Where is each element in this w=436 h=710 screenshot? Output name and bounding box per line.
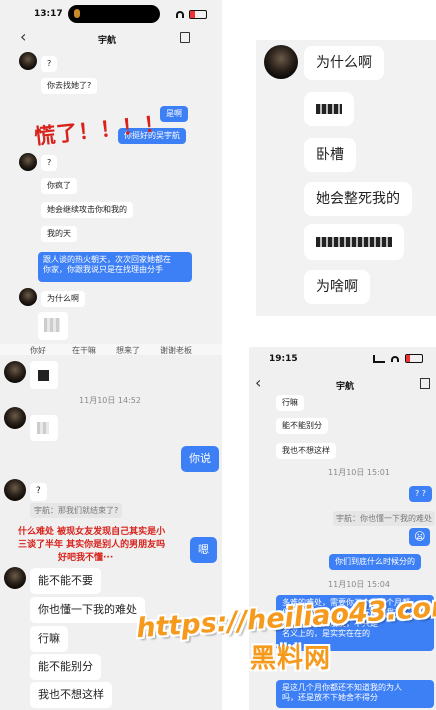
status-time: 13:17 [34,9,63,19]
avatar [4,361,26,383]
message-left: ? [41,155,58,172]
avatar [264,45,298,79]
message-right: 嗯 [190,537,217,564]
wifi-icon [176,11,184,18]
message-left-redacted [304,224,404,260]
message-left-redacted [38,312,68,340]
message-left: 为什么啊 [304,46,384,81]
message-left: 我也不想这样 [276,443,336,460]
back-icon[interactable]: ‹ [20,27,26,46]
message-left: 为什么啊 [41,291,85,308]
message-left: 我也不想这样 [30,682,112,709]
chat-screenshot-top-right: 为什么啊 卧槽 她会整死我的 为啥啊 [256,40,436,316]
avatar [19,153,37,171]
message-left: 你也懂一下我的难处 [30,597,145,624]
more-icon[interactable] [180,32,190,43]
battery-icon [405,354,423,363]
signal-icon [373,355,385,363]
timestamp: 11月10日 15:01 [328,468,390,477]
avatar [19,52,37,70]
message-left-redacted [30,361,58,389]
message-right: 你们到底什么时候分的 [329,554,421,571]
chat-screenshot-bottom-left: 11月10日 14:52 你说 ? 宇航：那我们就结束了? 嗯 什么难处 被现女… [0,355,222,710]
message-right: 😦 [409,528,431,547]
chat-screenshot-top-left: 13:17 ‹ 宇航 ? 你去找她了? 是啊 你挺好的吴宇航 慌了！！！！ ? … [0,0,222,357]
back-icon[interactable]: ‹ [255,373,261,392]
battery-icon [189,10,207,19]
message-left: 你疯了 [41,178,77,195]
caption-overlay: 慌了！！！！ [33,111,167,149]
message-left: 她会整死我的 [304,182,412,217]
message-right: ? ? [409,486,433,503]
message-left: 我的天 [41,226,77,243]
avatar [4,567,26,589]
chat-header: ‹ 宇航 [0,26,222,50]
message-left-redacted [30,415,58,441]
contact-name: 宇航 [98,36,117,46]
quoted-message: 宇航：你也懂一下我的难处 [333,511,435,526]
caption-line: 好吧我不懂··· [58,553,114,563]
message-left: 为啥啊 [304,270,370,305]
wifi-icon [391,356,399,362]
message-right: 是这几个月你都还不知道我的为人 吗，还是放不下她舍不得分 [276,680,434,708]
message-line: 是这几个月你都还不知道我的为人 [282,683,402,692]
message-left: 你去找她了? [41,78,98,95]
avatar [4,407,26,429]
message-right: 你说 [181,446,219,473]
avatar [4,479,26,501]
contact-name: 宇航 [336,382,355,392]
message-left: ? [41,56,58,73]
caption-overlay: 什么难处 被现女友发现自己其实是小 三谈了半年 其实你是别人的男朋友吗 好吧我不… [18,526,165,565]
message-right: 跟人谈的热火朝天，次次回家她都在 你家，你跟我说只是在找理由分手 [38,252,192,282]
watermark-brand: 黑料网 [250,644,332,674]
message-left: 行嘛 [276,395,304,412]
message-line: 跟人谈的热火朝天，次次回家她都在 [43,255,171,264]
message-left: 卧槽 [304,138,356,173]
message-left: 能不能别分 [276,418,328,435]
caption-line: 三谈了半年 其实你是别人的男朋友吗 [18,540,166,550]
collage: 13:17 ‹ 宇航 ? 你去找她了? 是啊 你挺好的吴宇航 慌了！！！！ ? … [0,0,436,710]
message-left-redacted [304,92,354,126]
message-line: 你家，你跟我说只是在找理由分手 [43,265,163,275]
status-bar: 13:17 [0,0,222,26]
timestamp: 11月10日 14:52 [79,396,141,405]
message-left: ? [30,483,47,501]
mic-icon [74,9,80,18]
quoted-message: 宇航：那我们就结束了? [30,503,123,518]
dynamic-island [68,5,160,23]
more-icon[interactable] [420,378,430,389]
message-left: 能不能别分 [30,654,101,681]
message-left: 行嘛 [30,626,68,653]
timestamp: 11月10日 15:04 [328,580,390,589]
message-left: 她会继续攻击你和我的 [41,202,133,219]
message-left: 能不能不要 [30,568,101,595]
status-time: 19:15 [269,354,298,364]
avatar [19,288,37,306]
caption-line: 什么难处 被现女友发现自己其实是小 [18,527,166,537]
message-line: 吗，还是放不下她舍不得分 [282,693,378,703]
